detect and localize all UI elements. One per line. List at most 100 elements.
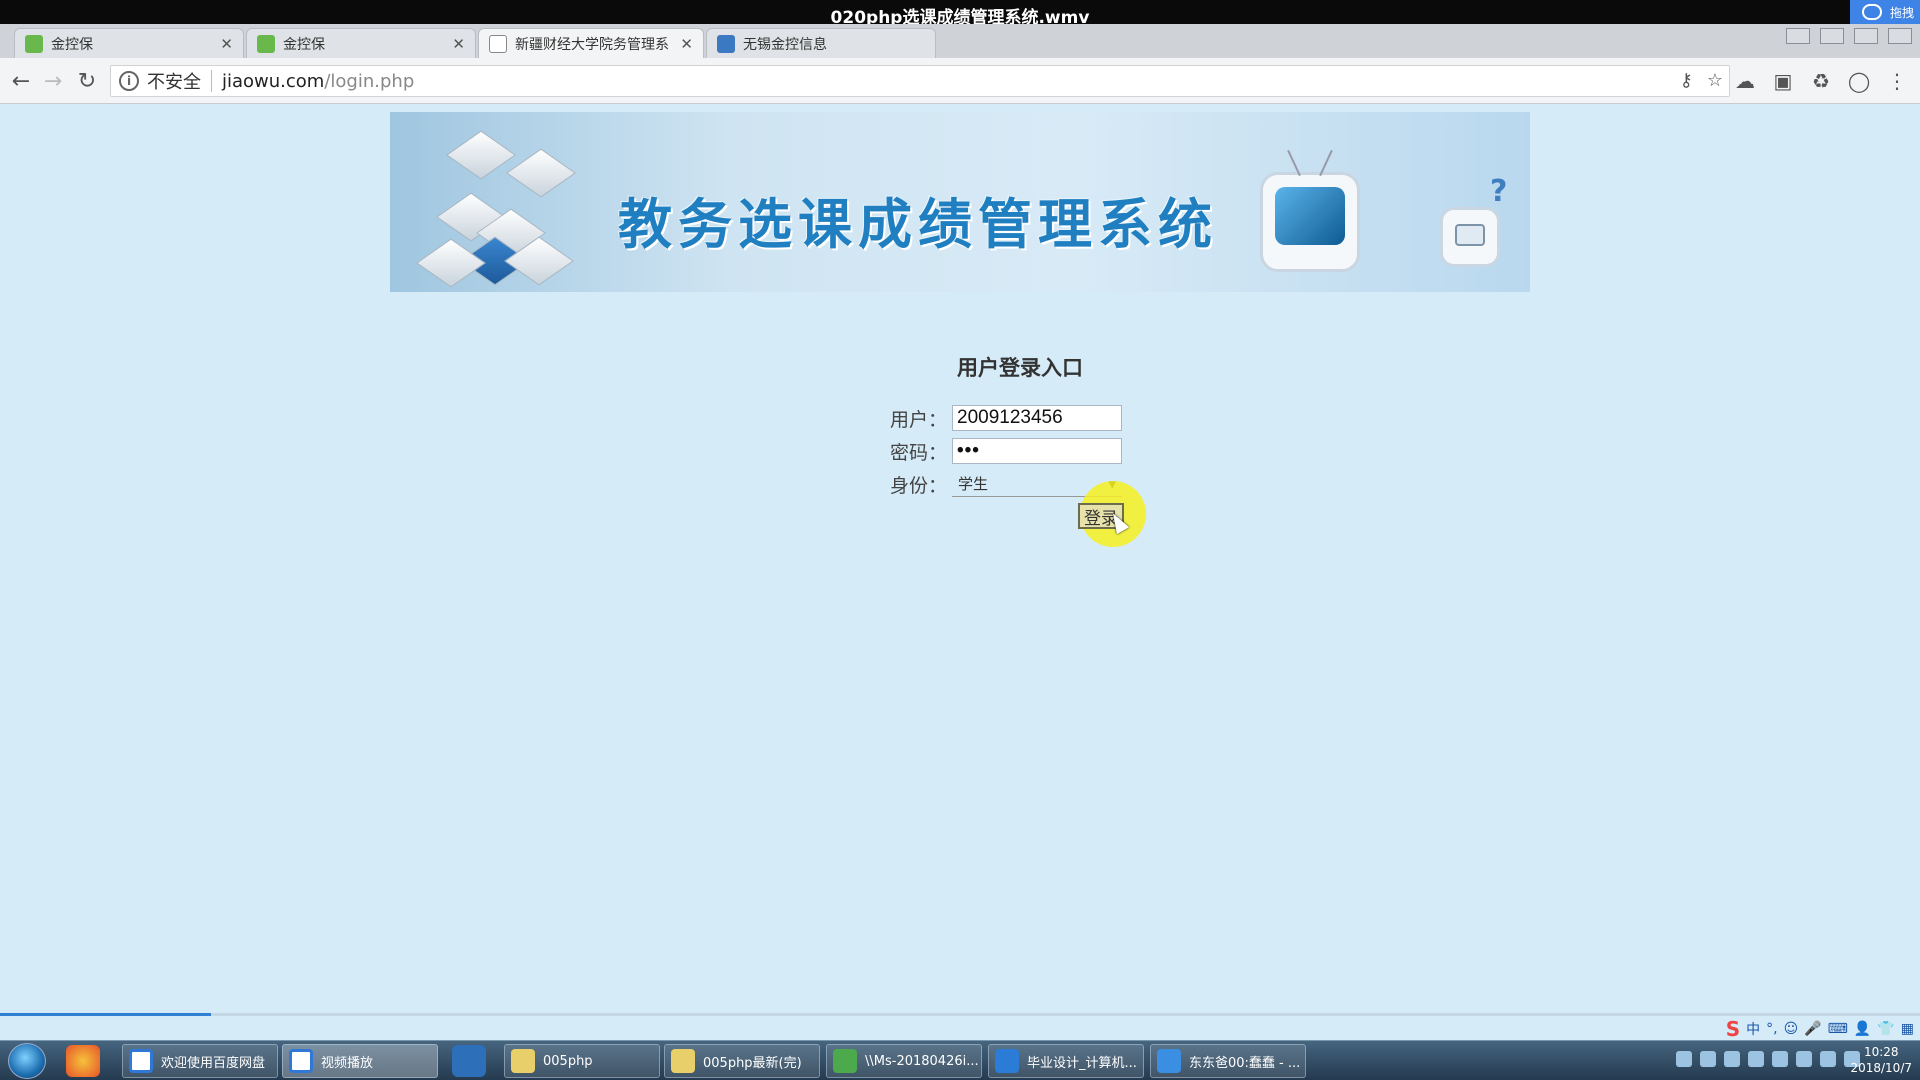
document-icon [489, 34, 507, 53]
banner-title: 教务选课成绩管理系统 [618, 193, 1218, 256]
info-icon[interactable]: i [119, 71, 139, 91]
taskbar-item-label: \\Ms-20180426i... [865, 1053, 979, 1069]
recycle-icon[interactable]: ♻ [1810, 69, 1832, 93]
back-arrow-icon[interactable]: ← [8, 68, 34, 94]
grid-icon[interactable]: ▦ [1901, 1021, 1914, 1037]
tv-illustration [1260, 149, 1360, 272]
system-tray [1676, 1051, 1860, 1067]
tray-icon[interactable] [1748, 1051, 1764, 1067]
tab-title: 新疆财经大学院务管理系 [515, 36, 669, 53]
close-icon[interactable]: ✕ [680, 35, 693, 53]
file-list-icon[interactable] [452, 1045, 486, 1077]
system-banner: 教务选课成绩管理系统 ? [390, 112, 1530, 292]
tab-4[interactable]: 无锡金控信息 [706, 28, 936, 58]
video-progress-bar[interactable] [0, 1013, 1920, 1016]
skin-icon[interactable]: 👕 [1877, 1021, 1894, 1037]
green-shield-icon [257, 34, 275, 53]
tray-icon[interactable] [1772, 1051, 1788, 1067]
taskbar-item-video[interactable]: 视频播放 [282, 1044, 438, 1078]
forward-arrow-icon[interactable]: → [40, 68, 66, 94]
tab-title: 金控保 [283, 36, 325, 53]
start-button[interactable] [8, 1043, 46, 1079]
extension-icon[interactable]: ▣ [1772, 69, 1794, 93]
taskbar-clock[interactable]: 10:28 2018/10/7 [1850, 1044, 1912, 1076]
taskbar-item-chat[interactable]: 东东爸00:蠢蠢 - ... [1150, 1044, 1306, 1078]
window-controls [1786, 28, 1912, 44]
tray-icon[interactable] [1724, 1051, 1740, 1067]
cloud-icon [1861, 4, 1882, 20]
video-progress-fill [0, 1013, 212, 1016]
baidu-cloud-icon [129, 1049, 153, 1073]
menu-icon[interactable]: ⋮ [1886, 69, 1908, 93]
microphone-icon[interactable]: 🎤 [1804, 1021, 1821, 1037]
tab-3-active[interactable]: 新疆财经大学院务管理系 ✕ [478, 28, 704, 58]
sogou-icon [995, 1049, 1019, 1073]
reload-icon[interactable]: ↻ [74, 68, 100, 94]
folder-icon [511, 1049, 535, 1073]
keyboard-icon[interactable]: ⌨ [1828, 1021, 1848, 1037]
address-bar[interactable]: i 不安全 jiaowu.com /login.php ⚷ ☆ [110, 65, 1730, 97]
user-icon[interactable]: 👤 [1854, 1021, 1871, 1037]
folder-icon [671, 1049, 695, 1073]
tray-icon[interactable] [1676, 1051, 1692, 1067]
login-heading: 用户登录入口 [957, 356, 1083, 380]
maximize-button[interactable] [1854, 28, 1878, 44]
close-icon[interactable]: ✕ [220, 35, 233, 53]
role-selected-value: 学生 [958, 475, 989, 493]
address-bar-actions: ⚷ ☆ [1680, 70, 1723, 91]
volume-icon[interactable] [1820, 1051, 1836, 1067]
taskbar-item-label: 欢迎使用百度网盘 [161, 1055, 266, 1071]
taskbar-item-folder-1[interactable]: 005php [504, 1044, 660, 1078]
emoji-icon[interactable]: ☺ [1784, 1021, 1799, 1037]
key-icon[interactable]: ⚷ [1680, 70, 1693, 91]
circle-extension-icon[interactable]: ◯ [1848, 69, 1870, 93]
tray-icon[interactable] [1700, 1051, 1716, 1067]
browser-toolbar: ← → ↻ i 不安全 jiaowu.com /login.php ⚷ ☆ ☁ … [0, 58, 1920, 104]
tab-title: 无锡金控信息 [743, 36, 827, 53]
punctuation-icon[interactable]: °, [1766, 1021, 1777, 1037]
close-icon[interactable]: ✕ [452, 35, 465, 53]
security-label: 不安全 [147, 72, 201, 93]
user-icon[interactable] [1786, 28, 1810, 44]
green-shield-icon [25, 34, 43, 53]
question-mark-icon: ? [1490, 174, 1508, 209]
cube-graphic [416, 238, 486, 288]
username-row: 用户： 2009123456 [890, 404, 1122, 432]
url-host: jiaowu.com [222, 70, 325, 92]
tray-icon[interactable] [1796, 1051, 1812, 1067]
role-label: 身份： [890, 474, 948, 497]
video-title-bar: 020php选课成绩管理系统.wmv 拖拽 [0, 0, 1920, 28]
ime-toolbar: S 中 °, ☺ 🎤 ⌨ 👤 👕 ▦ [1726, 1017, 1914, 1041]
tab-2[interactable]: 金控保 ✕ [246, 28, 476, 58]
chat-icon [1157, 1049, 1181, 1073]
divider [211, 70, 212, 92]
close-window-button[interactable] [1888, 28, 1912, 44]
minimize-button[interactable] [1820, 28, 1844, 44]
baidu-cloud-icon [289, 1049, 313, 1073]
clock-time: 10:28 [1863, 1045, 1899, 1059]
cloud-extension-icon[interactable]: ☁ [1734, 69, 1756, 93]
ime-mode-icon[interactable]: 中 [1746, 1019, 1760, 1039]
taskbar-item-folder-2[interactable]: 005php最新(完) [664, 1044, 820, 1078]
cube-graphic [506, 148, 576, 198]
taskbar-item-baidu[interactable]: 欢迎使用百度网盘 [122, 1044, 278, 1078]
password-input[interactable]: ••• [952, 438, 1122, 464]
taskbar-item-sogou[interactable]: 毕业设计_计算机... [988, 1044, 1144, 1078]
username-input[interactable]: 2009123456 [952, 405, 1122, 431]
taskbar-item-label: 视频播放 [321, 1055, 374, 1071]
password-label: 密码： [890, 441, 948, 464]
notepad-icon [833, 1049, 857, 1073]
cloud-badge[interactable]: 拖拽 [1850, 0, 1920, 24]
browser-icon[interactable] [66, 1045, 100, 1077]
taskbar-item-label: 005php最新(完) [703, 1055, 802, 1071]
username-label: 用户： [890, 408, 948, 431]
taskbar-item-label: 毕业设计_计算机... [1027, 1055, 1137, 1071]
star-icon[interactable]: ☆ [1707, 70, 1723, 91]
sogou-ime-icon[interactable]: S [1726, 1017, 1740, 1041]
password-row: 密码： ••• [890, 437, 1122, 465]
url-path: /login.php [324, 70, 415, 92]
taskbar-item-notepad[interactable]: \\Ms-20180426i... [826, 1044, 982, 1078]
blue-page-icon [717, 34, 735, 53]
taskbar-item-label: 005php [543, 1053, 593, 1069]
tab-1[interactable]: 金控保 ✕ [14, 28, 244, 58]
